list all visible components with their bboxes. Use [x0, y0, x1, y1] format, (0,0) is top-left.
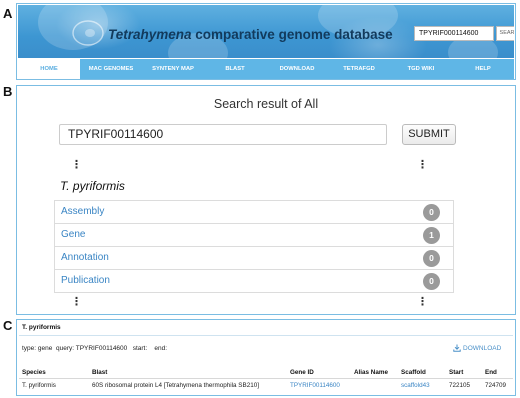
nav-tetrafgd[interactable]: TETRAFGD — [328, 59, 390, 79]
result-row-gene[interactable]: Gene 1 — [54, 223, 454, 247]
download-label[interactable]: DOWNLOAD — [463, 345, 501, 352]
column-header-scaffold: Scaffold — [401, 369, 426, 376]
download-link[interactable]: DOWNLOAD — [453, 344, 501, 352]
result-label[interactable]: Publication — [61, 275, 110, 286]
nav-download[interactable]: DOWNLOAD — [266, 59, 328, 79]
more-indicator-icon: ⋮ — [417, 296, 428, 308]
column-header-blast: Blast — [92, 369, 108, 376]
cell-blast: 60S ribosomal protein L4 [Tetrahymena th… — [92, 382, 259, 389]
nav-tgd-wiki[interactable]: TGD WIKI — [390, 59, 452, 79]
result-count-badge: 1 — [423, 227, 440, 244]
nav-synteny-map[interactable]: SYNTENY MAP — [142, 59, 204, 79]
panel-label-c: C — [3, 318, 13, 333]
column-header-end: End — [485, 369, 497, 376]
main-nav: HOME MAC GENOMES SYNTENY MAP BLAST DOWNL… — [18, 59, 514, 79]
result-count-badge: 0 — [423, 273, 440, 290]
nav-blast[interactable]: BLAST — [204, 59, 266, 79]
nav-mac-genomes[interactable]: MAC GENOMES — [80, 59, 142, 79]
table-header-divider — [19, 378, 513, 379]
search-results-panel: Search result of All TPYRIF00114600 SUBM… — [16, 85, 516, 315]
divider — [19, 335, 513, 336]
tetrahymena-cell-icon — [72, 20, 104, 46]
result-row-annotation[interactable]: Annotation 0 — [54, 246, 454, 270]
submit-button[interactable]: SUBMIT — [402, 124, 456, 145]
search-results-heading: Search result of All — [213, 97, 319, 111]
cell-scaffold-link[interactable]: scaffold43 — [401, 382, 430, 389]
cell-end: 724709 — [485, 382, 507, 389]
column-header-start: Start — [449, 369, 464, 376]
result-count-badge: 0 — [423, 250, 440, 267]
nav-help[interactable]: HELP — [452, 59, 514, 79]
result-row-publication[interactable]: Publication 0 — [54, 269, 454, 293]
query-info-line: type: gene query: TPYRIF00114600 start: … — [22, 345, 168, 352]
header-panel: Tetrahymena comparative genome database … — [16, 3, 516, 80]
column-header-gene-id: Gene ID — [290, 369, 314, 376]
result-label[interactable]: Gene — [61, 229, 85, 240]
more-indicator-icon: ⋮ — [417, 159, 428, 171]
result-row-assembly[interactable]: Assembly 0 — [54, 200, 454, 224]
download-icon — [453, 344, 461, 352]
column-header-alias-name: Alias Name — [354, 369, 388, 376]
gene-detail-panel: T. pyriformis type: gene query: TPYRIF00… — [16, 319, 516, 396]
search-query-input[interactable]: TPYRIF00114600 — [59, 124, 387, 145]
nav-home[interactable]: HOME — [18, 59, 80, 79]
site-title: Tetrahymena comparative genome database — [108, 27, 393, 42]
panel-label-a: A — [3, 6, 13, 21]
result-label[interactable]: Assembly — [61, 206, 104, 217]
result-count-badge: 0 — [423, 204, 440, 221]
cell-species: T. pyriformis — [22, 382, 56, 389]
site-title-genus: Tetrahymena — [108, 27, 192, 42]
more-indicator-icon: ⋮ — [71, 296, 82, 308]
cell-gene-id-link[interactable]: TPYRIF00114600 — [290, 382, 340, 389]
header-search-input[interactable]: TPYRIF000114600 — [414, 26, 494, 41]
more-indicator-icon: ⋮ — [71, 159, 82, 171]
site-title-rest: comparative genome database — [191, 27, 393, 42]
column-header-species: Species — [22, 369, 46, 376]
detail-species-title: T. pyriformis — [22, 324, 61, 331]
header-banner: Tetrahymena comparative genome database … — [18, 5, 514, 58]
species-heading: T. pyriformis — [60, 179, 125, 193]
cell-start: 722105 — [449, 382, 471, 389]
panel-label-b: B — [3, 84, 13, 99]
header-search-button[interactable]: SEARCH — [496, 26, 514, 41]
result-label[interactable]: Annotation — [61, 252, 109, 263]
